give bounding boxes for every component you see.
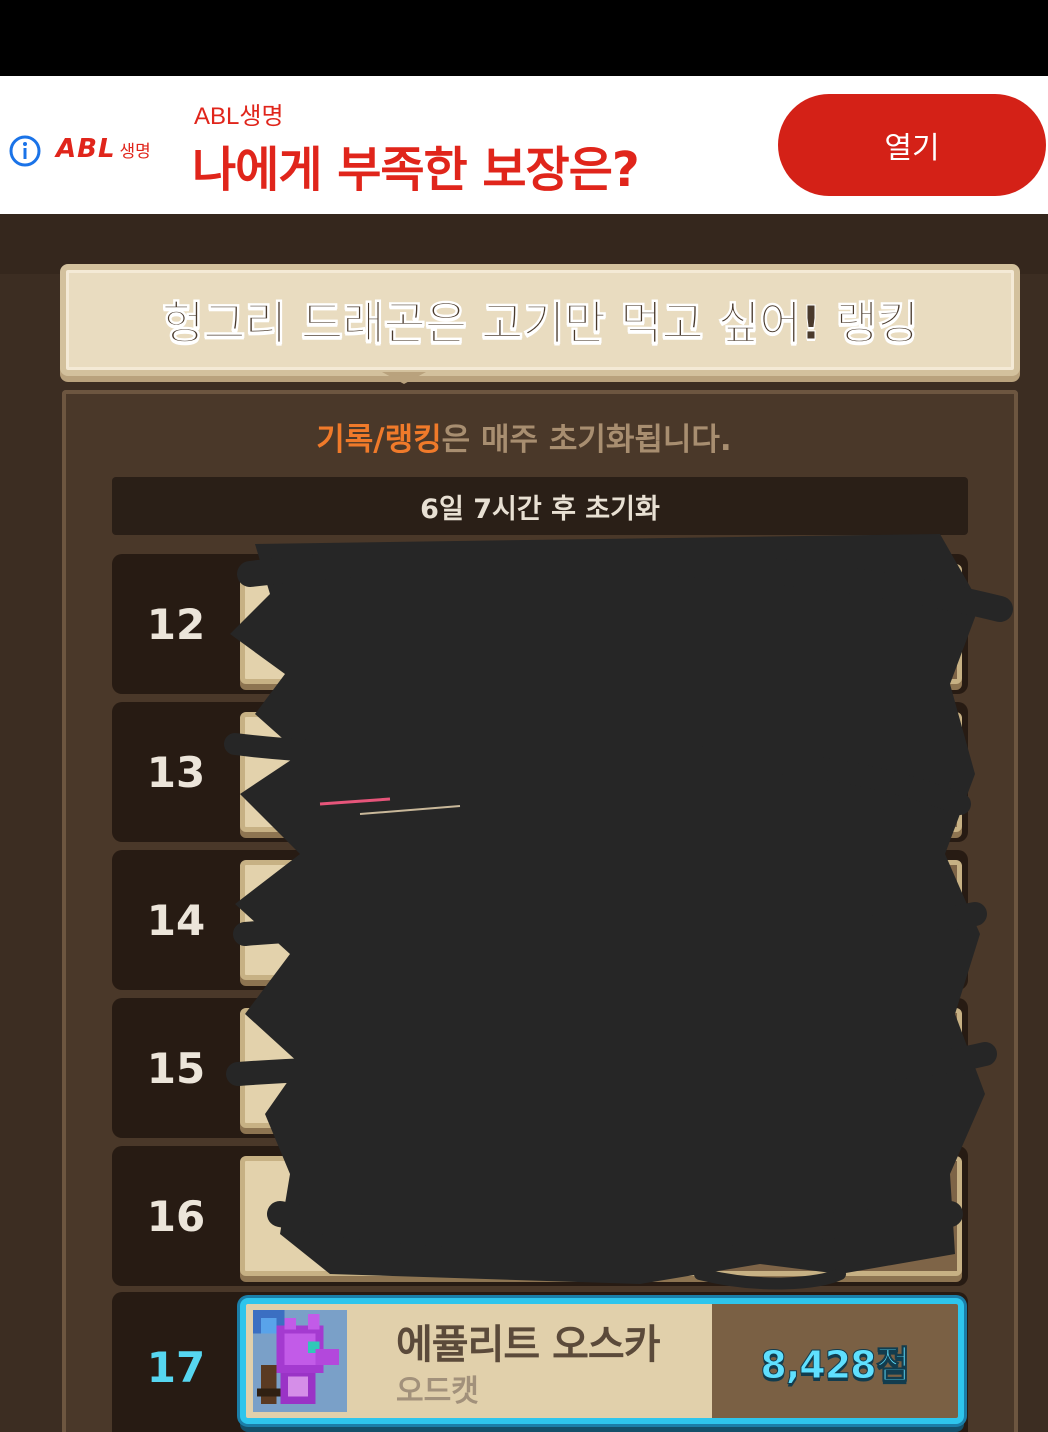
ad-open-button[interactable]: 열기 [778,94,1046,196]
advertiser-logo: ABL 생명 [56,134,151,164]
ad-headline[interactable]: 나에게 부족한 보장은? [192,130,640,200]
my-score-area: 8,428점 [712,1304,958,1418]
my-rank-row[interactable]: 17 에퓰리트 오스카 오드캣 8,428점 [112,1292,968,1432]
ad-banner[interactable]: ABL 생명 ABL생명 나에게 부족한 보장은? 열기 [0,76,1048,281]
status-bar [0,0,1048,76]
advertiser-name: ABL생명 [194,103,284,130]
my-score: 8,428점 [760,1342,911,1387]
info-icon[interactable] [8,134,42,168]
my-rank-card[interactable]: 에퓰리트 오스카 오드캣 8,428점 [240,1298,964,1424]
my-player-name: 에퓰리트 오스카 [396,1322,661,1368]
ranking-screen: 헝그리 드래곤은 고기만 먹고 싶어! 랭킹 기록/랭킹은 매주 초기화됩니다.… [0,214,1048,1432]
my-rank-number: 17 [146,1342,206,1392]
purple-dragon-icon [252,1310,348,1412]
my-player-subtitle: 오드캣 [396,1374,479,1409]
redaction-scribble [224,534,1013,1290]
